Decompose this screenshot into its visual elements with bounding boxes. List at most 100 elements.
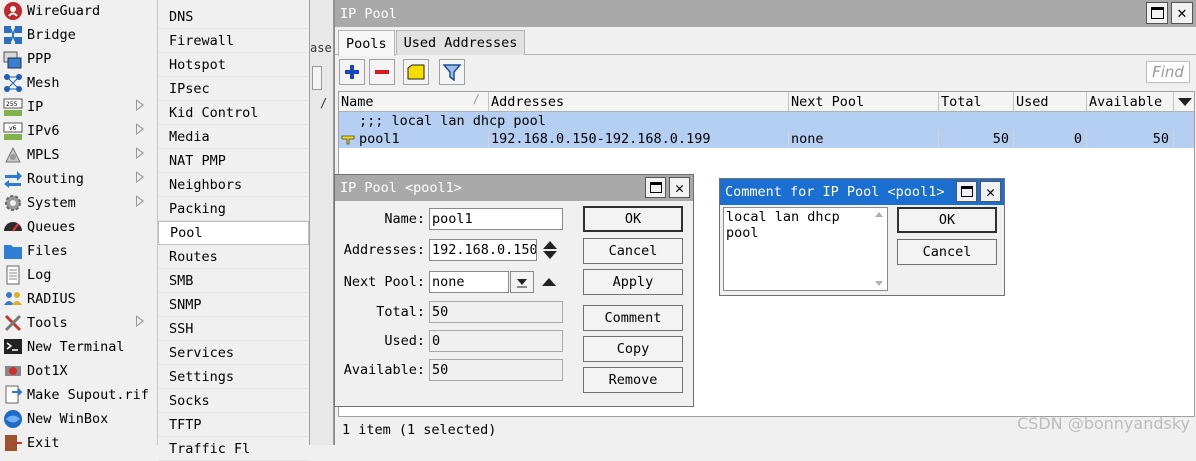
remove-button[interactable]: Remove [583,367,683,393]
winbox-icon [2,409,24,429]
comment-dialog: Comment for IP Pool <pool1> ✕ local lan … [719,178,1005,296]
comment-dialog-title-bar[interactable]: Comment for IP Pool <pool1> ✕ [720,179,1004,205]
submenu-item-tftp[interactable]: TFTP [158,413,309,437]
column-header-available[interactable]: Available [1087,92,1174,111]
column-header-addresses[interactable]: Addresses [489,92,789,111]
addresses-spinner[interactable] [543,241,557,259]
total-field-row: Total: 50 [335,301,563,323]
menu-item-wireguard[interactable]: WireGuard [0,0,157,23]
toolbar: Find [335,55,1196,91]
remove-address-down-icon[interactable] [543,251,557,259]
cancel-button[interactable]: Cancel [583,238,683,264]
column-header-used[interactable]: Used [1014,92,1087,111]
submenu-item-ipsec[interactable]: IPsec [158,77,309,101]
background-button-fragment [312,66,322,90]
svg-text:255: 255 [6,101,18,108]
close-button[interactable]: ✕ [1171,2,1193,24]
menu-item-files[interactable]: Files [0,239,157,263]
addresses-input[interactable]: 192.168.0.150 [429,239,537,261]
submenu-item-services[interactable]: Services [158,341,309,365]
column-header-total[interactable]: Total [939,92,1014,111]
comment-textarea[interactable]: local lan dhcp pool [723,207,888,291]
dot1x-icon [2,361,24,381]
submenu-item-media[interactable]: Media [158,125,309,149]
submenu-item-dns[interactable]: DNS [158,0,309,29]
table-comment-row[interactable]: ;;; local lan dhcp pool [339,112,1194,130]
submenu-item-smb[interactable]: SMB [158,269,309,293]
copy-button[interactable]: Copy [583,336,683,362]
submenu-item-packing[interactable]: Packing [158,197,309,221]
next-pool-remove-up-icon[interactable] [542,278,556,286]
comment-button[interactable]: Comment [583,305,683,331]
column-header-next-pool[interactable]: Next Pool [789,92,939,111]
menu-item-make-supout[interactable]: Make Supout.rif [0,383,157,407]
find-input[interactable]: Find [1146,61,1190,83]
comment-button[interactable] [403,59,429,85]
column-header-name[interactable]: Name / [339,92,489,111]
menu-item-ip[interactable]: 255 IP [0,95,157,119]
dialog-title: IP Pool <pool1> [340,180,462,196]
submenu-item-hotspot[interactable]: Hotspot [158,53,309,77]
menu-item-ipv6[interactable]: v6 IPv6 [0,119,157,143]
name-input[interactable]: pool1 [429,208,563,230]
filter-button[interactable] [439,59,465,85]
next-pool-dropdown-button[interactable] [510,271,534,293]
ip-icon: 255 [2,97,24,117]
comment-cancel-button[interactable]: Cancel [897,239,997,265]
add-button[interactable] [339,59,365,85]
background-text-fragment: ase [310,41,332,55]
menu-item-system[interactable]: System [0,191,157,215]
ppp-icon [2,49,24,69]
comment-scrollbar[interactable] [872,208,886,290]
ip-pool-window-title-bar[interactable]: IP Pool ✕ [335,0,1196,27]
remove-button[interactable] [369,59,395,85]
submenu-item-firewall[interactable]: Firewall [158,29,309,53]
submenu-item-neighbors[interactable]: Neighbors [158,173,309,197]
menu-item-bridge[interactable]: Bridge [0,23,157,47]
submenu-item-routes[interactable]: Routes [158,245,309,269]
menu-item-queues[interactable]: Queues [0,215,157,239]
ok-button[interactable]: OK [583,206,683,232]
menu-item-log[interactable]: Log [0,263,157,287]
close-icon: ✕ [985,182,996,201]
menu-item-routing[interactable]: Routing [0,167,157,191]
comment-close-button[interactable]: ✕ [980,181,1001,202]
dialog-close-button[interactable]: ✕ [669,177,690,198]
dialog-maximize-button[interactable] [645,177,666,198]
menu-item-dot1x[interactable]: Dot1X [0,359,157,383]
maximize-button[interactable] [1146,2,1168,24]
menu-item-mpls[interactable]: MPLS [0,143,157,167]
tab-pools[interactable]: Pools [338,30,395,56]
comment-ok-button[interactable]: OK [897,207,997,233]
menu-item-new-winbox[interactable]: New WinBox [0,407,157,431]
comment-maximize-button[interactable] [956,181,977,202]
dropdown-arrow-icon [517,279,527,288]
main-menu: WireGuard Bridge PPP Mesh 255 IP v6 IPv6 [0,0,158,451]
tab-used-addresses[interactable]: Used Addresses [395,30,526,55]
table-row[interactable]: pool1 192.168.0.150-192.168.0.199 none 5… [339,130,1194,148]
menu-item-ppp[interactable]: PPP [0,47,157,71]
submenu-item-ssh[interactable]: SSH [158,317,309,341]
name-field-row: Name: pool1 [335,208,563,230]
submenu-item-kid-control[interactable]: Kid Control [158,101,309,125]
submenu-item-settings[interactable]: Settings [158,365,309,389]
menu-item-radius[interactable]: RADIUS [0,287,157,311]
submenu-item-nat-pmp[interactable]: NAT PMP [158,149,309,173]
submenu-item-snmp[interactable]: SNMP [158,293,309,317]
ip-pool-edit-dialog: IP Pool <pool1> ✕ Name: pool1 Addresses:… [334,174,694,407]
menu-item-tools[interactable]: Tools [0,311,157,335]
menu-item-mesh[interactable]: Mesh [0,71,157,95]
next-pool-select[interactable]: none [429,271,509,293]
submenu-item-socks[interactable]: Socks [158,389,309,413]
menu-item-new-terminal[interactable]: New Terminal [0,335,157,359]
add-address-up-icon[interactable] [543,241,557,249]
submenu-item-traffic-flow[interactable]: Traffic Fl [158,437,309,461]
background-window-edge: ase / [310,0,334,445]
dialog-title-bar[interactable]: IP Pool <pool1> ✕ [335,175,693,201]
menu-item-exit[interactable]: Exit [0,431,157,455]
used-readonly: 0 [429,330,563,352]
submenu-item-pool[interactable]: Pool [158,221,309,245]
column-chooser-button[interactable] [1174,92,1194,111]
available-label: Available: [343,362,425,378]
apply-button[interactable]: Apply [583,269,683,295]
